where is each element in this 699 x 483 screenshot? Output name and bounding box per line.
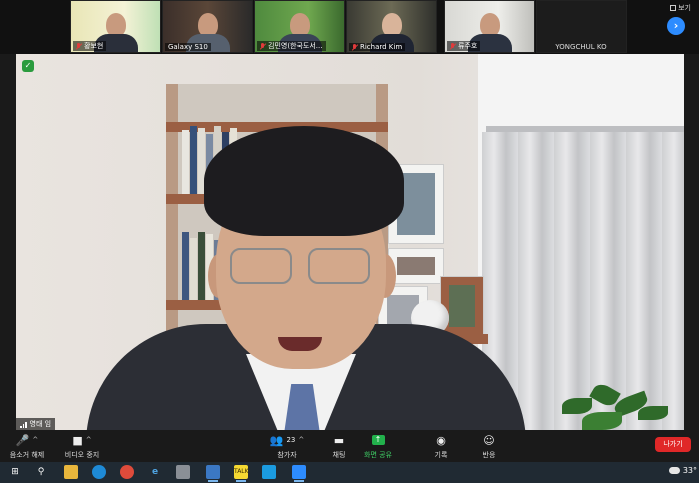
participant-name-tag: Richard Kim [349,43,406,51]
participant-gallery-strip: 황보현 Galaxy S10 김민영(한국도서... Richard Kim 류… [0,0,699,54]
view-mode-button[interactable]: 보기 [670,3,691,13]
stop-video-button[interactable]: ■ ^ 비디오 중지 [60,432,104,460]
windows-taskbar: ⊞ ⚲ e TALK 33° [0,462,699,483]
weather-cloud-icon [668,467,680,474]
participants-icon: 👥 [269,433,284,447]
chat-icon: ▬ [333,433,345,447]
zoom-app-icon[interactable] [292,465,306,482]
zoom-meeting-window: 황보현 Galaxy S10 김민영(한국도서... Richard Kim 류… [0,0,699,483]
shield-check-icon[interactable]: ✓ [22,60,34,72]
participant-name-tag: YONGCHUL KO [555,43,607,51]
kakaotalk-icon[interactable]: TALK [234,465,249,482]
mic-muted-icon [76,42,82,50]
participant-name-tag: 류주호 [447,41,481,51]
participant-tile[interactable]: Galaxy S10 [162,0,253,53]
participant-tile[interactable]: YONGCHUL KO [536,0,627,53]
app-icon[interactable] [176,465,190,479]
grid-icon [670,5,677,11]
glasses [224,248,376,288]
connection-bars-icon [20,421,27,428]
mic-muted-icon [450,42,456,50]
windows-start-icon[interactable]: ⊞ [8,465,22,479]
app-icon[interactable] [262,465,276,479]
chat-button[interactable]: ▬ 채팅 [326,432,352,460]
unmute-button[interactable]: 🎤 ^ 음소거 해제 [6,432,48,460]
file-explorer-icon[interactable] [64,465,78,479]
chrome-browser-icon[interactable] [120,465,134,479]
speaker-hair [204,126,404,236]
participant-name-tag: Galaxy S10 [165,43,211,51]
search-icon[interactable]: ⚲ [34,465,48,479]
participant-tile[interactable]: 황보현 [70,0,161,53]
photos-app-icon[interactable] [206,465,220,482]
participant-tile[interactable]: 김민영(한국도서... [254,0,345,53]
participant-name-tag: 김민영(한국도서... [257,41,326,51]
photo-frame [388,248,444,284]
participants-button[interactable]: 👥 23 ^ 참가자 [262,432,312,460]
reaction-smiley-icon: ☺ [483,433,495,447]
internet-explorer-icon[interactable]: e [148,465,162,479]
leave-meeting-button[interactable]: 나가기 [655,437,691,452]
meeting-controls-bar: 🎤 ^ 음소거 해제 ■ ^ 비디오 중지 👥 23 ^ 참가자 ▬ 채팅 ↑ 화면 공… [0,430,699,462]
participant-tile[interactable]: 류주호 [444,0,535,53]
next-page-button[interactable]: › [667,17,685,35]
plant [552,380,672,430]
active-speaker-video: ✓ 영태 임 [16,54,684,430]
photo-frame [440,276,484,336]
chevron-right-icon: › [673,19,679,32]
mic-muted-icon [352,43,358,51]
edge-browser-icon[interactable] [92,465,106,479]
participant-tile[interactable]: Richard Kim [346,0,437,53]
microphone-muted-icon: 🎤 [15,433,30,447]
chevron-up-icon[interactable]: ^ [86,436,92,444]
share-screen-icon: ↑ [371,435,385,445]
participant-name-tag: 황보현 [73,41,107,51]
share-screen-button[interactable]: ↑ 화면 공유 [360,432,396,460]
record-icon: ◉ [436,433,446,447]
record-button[interactable]: ◉ 기록 [428,432,454,460]
chevron-up-icon[interactable]: ^ [298,436,304,444]
chevron-up-icon[interactable]: ^ [32,436,38,444]
mic-muted-icon [260,42,266,50]
video-camera-icon: ■ [72,433,83,447]
speaker-name-tag: 영태 임 [16,418,56,430]
system-tray[interactable]: 33° [668,466,697,475]
reactions-button[interactable]: ☺ 반응 [476,432,502,460]
